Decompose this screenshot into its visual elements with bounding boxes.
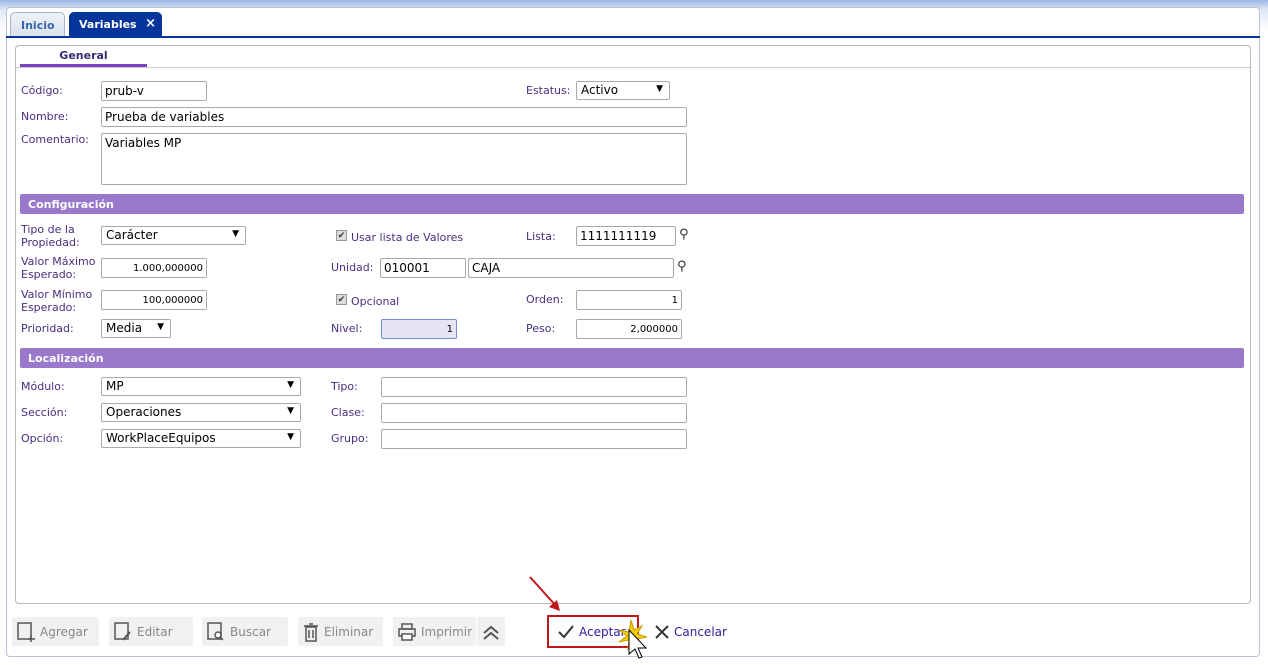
opcional-label: Opcional	[351, 295, 400, 308]
arrow-annotation	[529, 576, 560, 611]
double-chevron-up-icon	[483, 625, 499, 640]
tab-underline	[6, 36, 1260, 38]
cancelar-label: Cancelar	[674, 624, 727, 639]
clase-label: Clase:	[331, 406, 365, 419]
opcion-select[interactable]: WorkPlaceEquipos	[101, 429, 301, 448]
opcion-label: Opción:	[21, 432, 64, 445]
printer-icon	[398, 622, 416, 641]
nivel-label: Nivel:	[331, 322, 363, 335]
tab-inicio[interactable]: Inicio	[10, 12, 65, 37]
prioridad-label: Prioridad:	[21, 322, 74, 335]
seccion-label: Sección:	[21, 406, 68, 419]
editar-button[interactable]: Editar	[109, 617, 193, 646]
prioridad-select[interactable]: Media	[101, 319, 171, 338]
nombre-input[interactable]: Prueba de variables	[101, 107, 687, 127]
agregar-label: Agregar	[40, 624, 88, 639]
nivel-input[interactable]: 1	[381, 319, 457, 339]
search-doc-icon	[207, 621, 224, 641]
close-icon[interactable]: ×	[145, 16, 156, 31]
tab-general[interactable]: General	[20, 49, 147, 67]
comentario-textarea[interactable]: Variables MP	[101, 133, 687, 185]
tipo-loc-label: Tipo:	[331, 380, 358, 393]
configuracion-header: Configuración	[20, 194, 1244, 214]
collapse-button[interactable]	[477, 617, 505, 646]
usar-lista-label: Usar lista de Valores	[351, 231, 464, 244]
edit-icon	[114, 621, 131, 641]
tab-label: Variables	[79, 18, 137, 31]
vmax-label: Valor Máximo	[21, 255, 96, 268]
imprimir-label: Imprimir	[421, 624, 473, 639]
localizacion-header: Localización	[20, 348, 1244, 368]
orden-input[interactable]: 1	[576, 290, 682, 310]
eliminar-label: Eliminar	[324, 624, 374, 639]
lista-input[interactable]: 1111111119	[576, 226, 676, 246]
buscar-label: Buscar	[230, 624, 271, 639]
codigo-input[interactable]: prub-v	[101, 81, 207, 101]
peso-input[interactable]: 2,000000	[576, 319, 682, 339]
modulo-select[interactable]: MP	[101, 377, 301, 396]
eliminar-button[interactable]: Eliminar	[298, 617, 383, 646]
peso-label: Peso:	[526, 322, 556, 335]
orden-label: Orden:	[526, 293, 564, 306]
opcional-checkbox[interactable]: ✔	[336, 294, 347, 305]
grupo-input[interactable]	[381, 429, 687, 449]
lista-label: Lista:	[526, 230, 556, 243]
nombre-label: Nombre:	[21, 110, 69, 123]
imprimir-button[interactable]: Imprimir	[393, 617, 476, 646]
check-icon	[558, 624, 574, 638]
tipo-label: Tipo de la	[21, 223, 75, 236]
agregar-button[interactable]: Agregar	[12, 617, 99, 646]
tab-label: Inicio	[21, 19, 55, 32]
usar-lista-checkbox[interactable]: ✔	[336, 230, 347, 241]
vmin-label-2: Esperado:	[21, 301, 77, 314]
x-icon	[655, 624, 669, 639]
unidad-code-input[interactable]: 010001	[380, 258, 466, 278]
seccion-select[interactable]: Operaciones	[101, 403, 301, 422]
estatus-select[interactable]: Activo	[576, 81, 670, 100]
vmin-label: Valor Mínimo	[21, 288, 93, 301]
cursor-icon	[618, 619, 648, 659]
unidad-label: Unidad:	[331, 261, 374, 274]
codigo-label: Código:	[21, 84, 63, 97]
estatus-label: Estatus:	[526, 84, 571, 97]
trash-icon	[304, 622, 318, 642]
buscar-button[interactable]: Buscar	[202, 617, 288, 646]
tipo-input[interactable]	[381, 377, 687, 397]
cancelar-button[interactable]: Cancelar	[650, 617, 734, 646]
tipo-label-2: Propiedad:	[21, 236, 80, 249]
editar-label: Editar	[137, 624, 173, 639]
search-icon[interactable]: ⚲	[679, 227, 689, 242]
tipo-select[interactable]: Carácter	[101, 226, 246, 245]
vmax-input[interactable]: 1.000,000000	[101, 258, 207, 278]
tab-variables[interactable]: Variables ×	[69, 12, 162, 37]
grupo-label: Grupo:	[331, 432, 369, 445]
vmax-label-2: Esperado:	[21, 268, 77, 281]
divider	[16, 67, 1250, 68]
vmin-input[interactable]: 100,000000	[101, 290, 207, 310]
search-icon[interactable]: ⚲	[677, 259, 687, 274]
clase-input[interactable]	[381, 403, 687, 423]
unidad-name-input[interactable]: CAJA	[468, 258, 674, 278]
comentario-label: Comentario:	[21, 133, 89, 146]
add-icon	[17, 621, 35, 642]
modulo-label: Módulo:	[21, 380, 65, 393]
